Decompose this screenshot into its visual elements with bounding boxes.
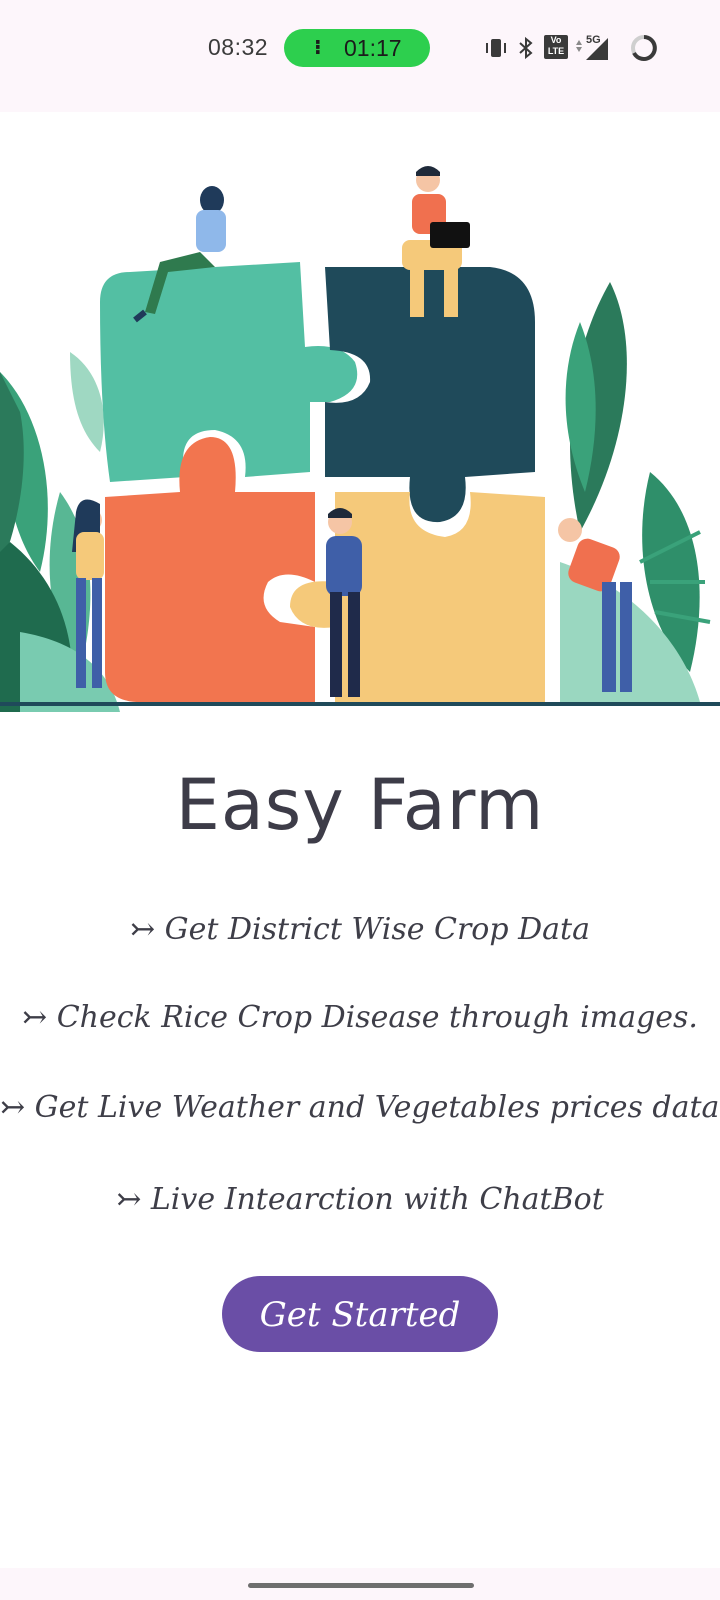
battery-ring-icon xyxy=(631,35,657,61)
team-puzzle-illustration xyxy=(0,166,720,712)
app-title: Easy Farm xyxy=(175,764,545,846)
puzzle-piece-navy xyxy=(325,267,535,523)
get-started-button[interactable]: Get Started xyxy=(222,1276,498,1352)
volte-icon: Vo LTE xyxy=(544,35,568,59)
volte-label: Vo LTE xyxy=(547,35,565,56)
feature-item: ↣ Live Intearction with ChatBot xyxy=(116,1182,604,1217)
call-timer: 01:17 xyxy=(344,35,402,61)
svg-text:5G: 5G xyxy=(586,34,601,46)
status-bar: 08:32 ⁝ 01:17 Vo LTE 5G xyxy=(0,0,720,112)
feature-item: ↣ Check Rice Crop Disease through images… xyxy=(22,1000,698,1035)
feature-item: ↣ Get Live Weather and Vegetables prices… xyxy=(0,1090,720,1125)
vibrate-icon xyxy=(486,39,506,57)
phone-call-icon: ⁝ xyxy=(314,37,322,59)
ongoing-call-chip[interactable]: ⁝ 01:17 xyxy=(284,29,430,67)
leaves-right xyxy=(560,282,711,702)
feature-item: ↣ Get District Wise Crop Data xyxy=(130,912,590,947)
status-time: 08:32 xyxy=(208,34,269,60)
bluetooth-icon xyxy=(519,36,533,60)
5g-signal-icon: 5G xyxy=(576,34,608,60)
hero-illustration xyxy=(0,112,720,722)
home-indicator[interactable] xyxy=(248,1583,474,1588)
